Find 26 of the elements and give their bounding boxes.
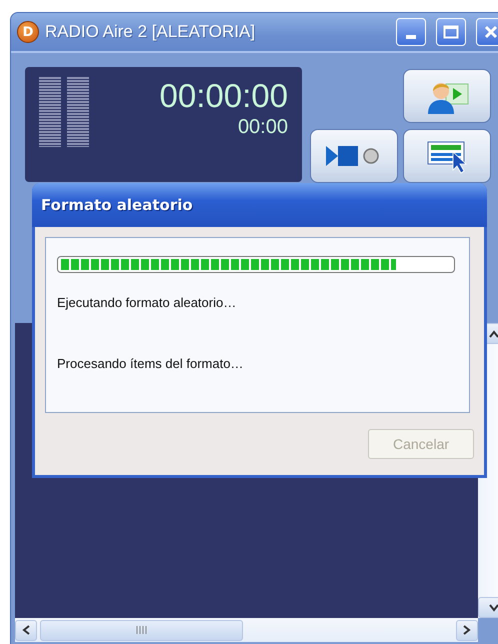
playlist-button[interactable] [403, 129, 491, 183]
minimize-button[interactable] [396, 18, 426, 46]
app-logo-icon: D [17, 21, 39, 43]
dialog-title: Formato aleatorio [41, 196, 193, 214]
scroll-thumb[interactable] [40, 620, 243, 640]
maximize-icon [443, 25, 459, 39]
chevron-down-icon [489, 604, 498, 612]
status-message: Ejecutando formato aleatorio… [57, 295, 236, 310]
remaining-time: 00:00 [238, 115, 288, 139]
chevron-up-icon [489, 330, 498, 338]
minimize-icon [406, 35, 416, 39]
window-title: RADIO Aire 2 [ALEATORIA] [45, 22, 256, 42]
maximize-button[interactable] [436, 18, 466, 46]
presenter-button[interactable] [403, 69, 491, 123]
scroll-right-button[interactable] [456, 620, 478, 640]
chevron-left-icon [22, 625, 30, 635]
level-meter-icon [39, 77, 91, 147]
chevron-right-icon [463, 625, 471, 635]
scroll-left-button[interactable] [15, 620, 37, 640]
horizontal-scrollbar[interactable] [15, 618, 478, 642]
grip-icon [136, 626, 148, 634]
play-stop-record-button[interactable] [310, 129, 398, 183]
close-button[interactable] [476, 18, 498, 46]
close-icon [484, 25, 498, 39]
status-message: Procesando ítems del formato… [57, 356, 244, 371]
elapsed-time: 00:00:00 [160, 77, 288, 115]
